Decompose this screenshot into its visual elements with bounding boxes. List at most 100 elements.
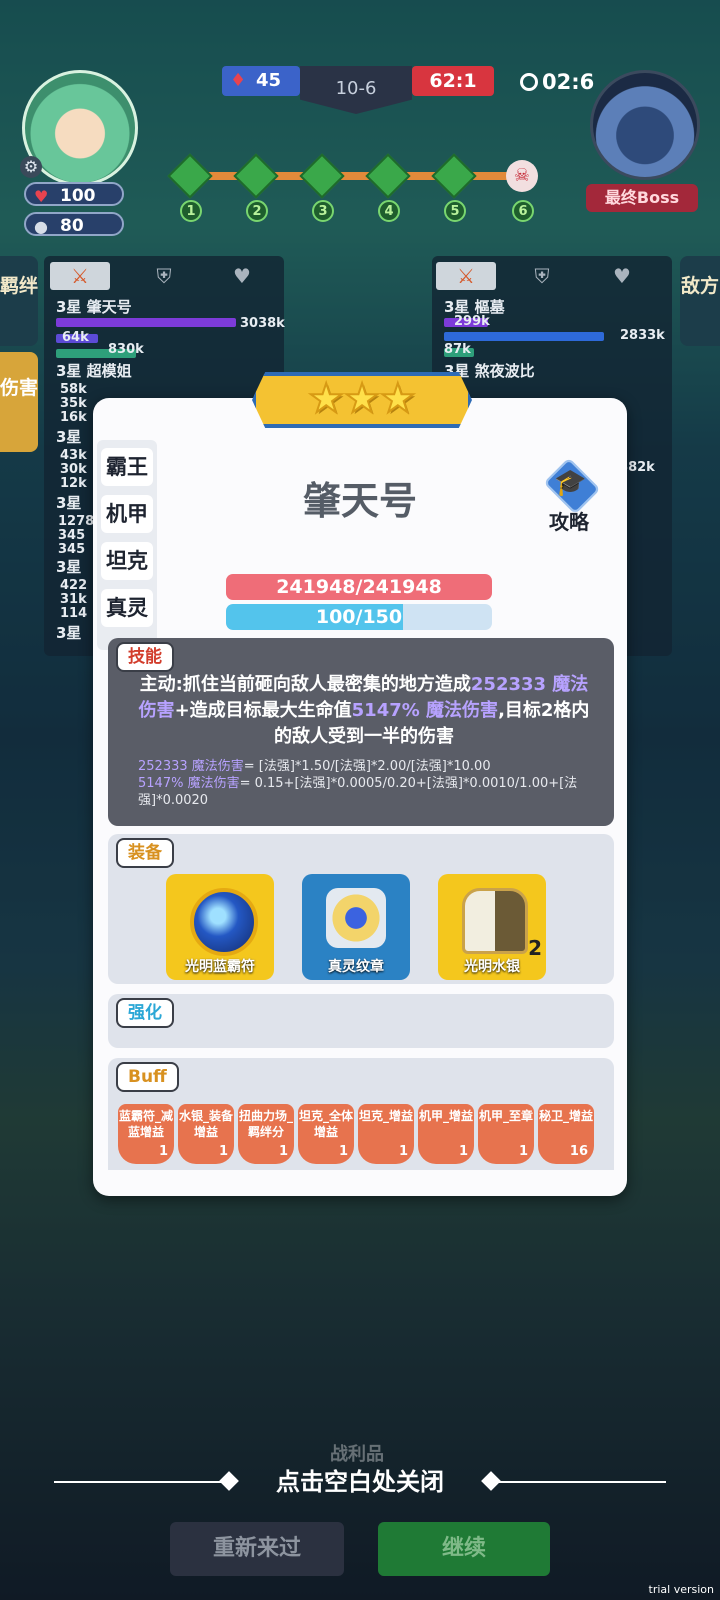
buff-item[interactable]: 秘卫_增益 16 bbox=[538, 1104, 594, 1164]
skill-desc-highlight: 5147% 魔法伤害 bbox=[351, 700, 499, 721]
buff-item[interactable]: 蓝霸符_减蓝增益 1 bbox=[118, 1104, 174, 1164]
route-number-4: 4 bbox=[378, 200, 400, 222]
buff-count: 1 bbox=[278, 1144, 288, 1159]
enemy-total: 2833k bbox=[620, 328, 665, 343]
route-number-5: 5 bbox=[444, 200, 466, 222]
buff-count: 1 bbox=[158, 1144, 168, 1159]
route-number-2: 2 bbox=[246, 200, 268, 222]
divider-right bbox=[496, 1481, 666, 1483]
kill-value: 45 bbox=[256, 70, 282, 91]
buff-label: 水银_装备增益 bbox=[178, 1109, 233, 1139]
ally-row-name: 3星 bbox=[56, 428, 82, 446]
buff-item[interactable]: 扭曲力场_羁绊分 1 bbox=[238, 1104, 294, 1164]
crest-emblem-icon bbox=[326, 888, 386, 948]
unit-hp-bar: 241948/241948 bbox=[226, 574, 492, 600]
round-timer: 02:6 bbox=[520, 70, 594, 94]
formula-text: = [法强]*1.50/[法强]*2.00/[法强]*10.00 bbox=[243, 759, 491, 774]
close-hint[interactable]: 点击空白处关闭 bbox=[0, 1462, 720, 1502]
heart-icon[interactable]: ♥ bbox=[212, 262, 272, 290]
buff-item[interactable]: 机甲_至章 1 bbox=[478, 1104, 534, 1164]
equipment-item[interactable]: 2 光明水银 bbox=[438, 874, 546, 980]
buff-count: 1 bbox=[518, 1144, 528, 1159]
buff-item[interactable]: 坦克_全体增益 1 bbox=[298, 1104, 354, 1164]
buff-item[interactable]: 机甲_增益 1 bbox=[418, 1104, 474, 1164]
sword-icon[interactable]: ⚔ bbox=[436, 262, 496, 290]
blue-orb-icon bbox=[190, 888, 258, 956]
buff-label: 秘卫_增益 bbox=[538, 1109, 593, 1123]
faction-tag[interactable]: 霸王 bbox=[101, 448, 153, 486]
buff-label: 机甲_至章 bbox=[478, 1109, 533, 1123]
player-coin-value: 80 bbox=[60, 216, 84, 236]
ally-sub2: 830k bbox=[108, 342, 144, 357]
continue-button[interactable]: 继续 bbox=[378, 1522, 550, 1576]
skill-section: 技能 主动:抓住当前砸向敌人最密集的地方造成252333 魔法伤害+造成目标最大… bbox=[108, 638, 614, 826]
ally-row-name: 3星 bbox=[56, 624, 82, 642]
skill-formula: 252333 魔法伤害= [法强]*1.50/[法强]*2.00/[法强]*10… bbox=[138, 758, 598, 809]
ally-total: 3038k bbox=[240, 316, 285, 331]
buff-label: 蓝霸符_减蓝增益 bbox=[118, 1109, 173, 1139]
buff-tag: Buff bbox=[116, 1062, 179, 1092]
buff-label: 扭曲力场_羁绊分 bbox=[238, 1109, 293, 1139]
buff-count: 1 bbox=[398, 1144, 408, 1159]
final-boss-label: 最终Boss bbox=[586, 184, 698, 212]
player-coin-counter: ● 80 bbox=[24, 212, 124, 236]
skill-description: 主动:抓住当前砸向敌人最密集的地方造成252333 魔法伤害+造成目标最大生命值… bbox=[134, 672, 594, 750]
timer-value: 02:6 bbox=[542, 70, 595, 94]
settings-gear-icon[interactable]: ⚙ bbox=[20, 156, 42, 178]
unit-name: 肇天号 bbox=[302, 479, 417, 523]
ally-num: 16k bbox=[60, 410, 87, 425]
tab-damage[interactable]: 伤害 bbox=[0, 352, 38, 452]
formula-label: 252333 魔法伤害 bbox=[138, 759, 244, 774]
coin-icon: ● bbox=[34, 217, 48, 236]
sword-icon[interactable]: ⚔ bbox=[50, 262, 110, 290]
faction-tag[interactable]: 坦克 bbox=[101, 542, 153, 580]
faction-tag[interactable]: 机甲 bbox=[101, 495, 153, 533]
boss-avatar[interactable] bbox=[590, 70, 700, 180]
ally-num: 114 bbox=[60, 606, 88, 621]
ally-num: 345 bbox=[58, 542, 86, 557]
buff-item[interactable]: 坦克_增益 1 bbox=[358, 1104, 414, 1164]
shield-icon[interactable]: ⛨ bbox=[134, 262, 194, 290]
golden-armor-icon bbox=[462, 888, 528, 954]
flame-icon: ♦ bbox=[230, 70, 247, 91]
clock-icon bbox=[520, 73, 538, 91]
enemy-b: 87k bbox=[444, 342, 471, 357]
equipment-item[interactable]: 光明蓝霸符 bbox=[166, 874, 274, 980]
ally-row-name: 3星 肇天号 bbox=[56, 298, 132, 316]
ally-num: 35k bbox=[60, 396, 87, 411]
buff-item[interactable]: 水银_装备增益 1 bbox=[178, 1104, 234, 1164]
mortarboard-icon: 🎓 bbox=[554, 468, 587, 498]
tab-bond[interactable]: 羁绊 bbox=[0, 256, 38, 346]
ally-num: 43k bbox=[60, 448, 87, 463]
ally-num: 31k bbox=[60, 592, 87, 607]
enhance-section: 强化 bbox=[108, 994, 614, 1048]
boss-skull-icon: ☠ bbox=[506, 160, 538, 192]
faction-tag[interactable]: 真灵 bbox=[101, 589, 153, 627]
tab-enemy[interactable]: 敌方 bbox=[680, 256, 720, 346]
buff-section: Buff 蓝霸符_减蓝增益 1 水银_装备增益 1 扭曲力场_羁绊分 1 坦克_全体增… bbox=[108, 1058, 614, 1170]
mana-text: 100/150 bbox=[315, 606, 403, 628]
enemy-stat-tabs: ⚔ ⛨ ♥ bbox=[432, 256, 672, 296]
heart-icon[interactable]: ♥ bbox=[592, 262, 652, 290]
buff-label: 机甲_增益 bbox=[418, 1109, 473, 1123]
ally-num: 345 bbox=[58, 528, 86, 543]
ally-row-name: 3星 超模姐 bbox=[56, 362, 132, 380]
equipment-label: 光明蓝霸符 bbox=[185, 959, 255, 975]
buff-label: 坦克_增益 bbox=[358, 1109, 413, 1123]
player-hp-value: 100 bbox=[60, 186, 96, 206]
ally-num: 58k bbox=[60, 382, 87, 397]
divider-left bbox=[54, 1481, 224, 1483]
buff-count: 1 bbox=[218, 1144, 228, 1159]
ally-num: 1278 bbox=[58, 514, 95, 529]
ally-row-name: 3星 bbox=[56, 494, 82, 512]
retry-button[interactable]: 重新来过 bbox=[170, 1522, 344, 1576]
unit-mana-bar: 100/150 bbox=[226, 604, 492, 630]
buff-count: 1 bbox=[458, 1144, 468, 1159]
equipment-item[interactable]: 真灵纹章 bbox=[302, 874, 410, 980]
skill-desc-text: +造成目标最大生命值 bbox=[174, 700, 352, 721]
shield-icon[interactable]: ⛨ bbox=[512, 262, 572, 290]
equipment-section: 装备 光明蓝霸符 真灵纹章 2 光明水银 bbox=[108, 834, 614, 984]
star-rank-banner: ★★★ bbox=[252, 372, 472, 428]
faction-list: 霸王 机甲 坦克 真灵 bbox=[97, 440, 157, 650]
guide-button[interactable]: 🎓 攻略 bbox=[532, 457, 606, 534]
